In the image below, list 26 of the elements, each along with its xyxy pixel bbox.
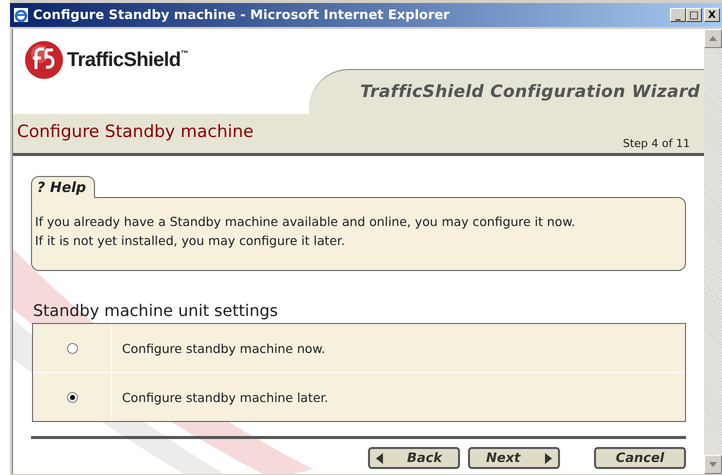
browser-icon	[13, 7, 29, 23]
right-triangle-icon	[545, 452, 552, 464]
scroll-up-button[interactable]	[704, 29, 722, 48]
cancel-button[interactable]: Cancel	[594, 447, 686, 469]
option-label: Configure standby machine later.	[121, 390, 328, 404]
scroll-down-button[interactable]	[704, 455, 722, 474]
close-button[interactable]: X	[704, 8, 720, 22]
logo-icon	[23, 39, 65, 81]
maximize-button[interactable]: □	[686, 8, 702, 22]
left-triangle-icon	[376, 452, 383, 464]
page-title: Configure Standby machine	[17, 122, 254, 142]
radio-button[interactable]	[66, 342, 78, 354]
down-arrow-icon	[709, 462, 717, 467]
help-text: If you already have a Standby machine available and online, you may configure it now. If it is not yet installed, you may configure it later.	[31, 197, 686, 271]
option-label: Configure standby machine now.	[121, 340, 326, 356]
next-button[interactable]: Next	[468, 447, 560, 469]
scrollbar[interactable]	[704, 29, 722, 474]
radio-button[interactable]	[66, 392, 78, 402]
back-button[interactable]: Back	[368, 447, 460, 469]
brand-name: TrafficShield™	[67, 48, 188, 72]
up-arrow-icon	[709, 36, 717, 41]
wizard-title: TrafficShield Configuration Wizard	[360, 82, 700, 102]
window-title: Configure Standby machine - Microsoft Internet Explorer	[33, 8, 451, 22]
minimize-button[interactable]: _	[670, 8, 686, 22]
section-heading: Standby machine unit settings	[33, 301, 279, 320]
step-indicator: Step 4 of 11	[622, 137, 690, 150]
